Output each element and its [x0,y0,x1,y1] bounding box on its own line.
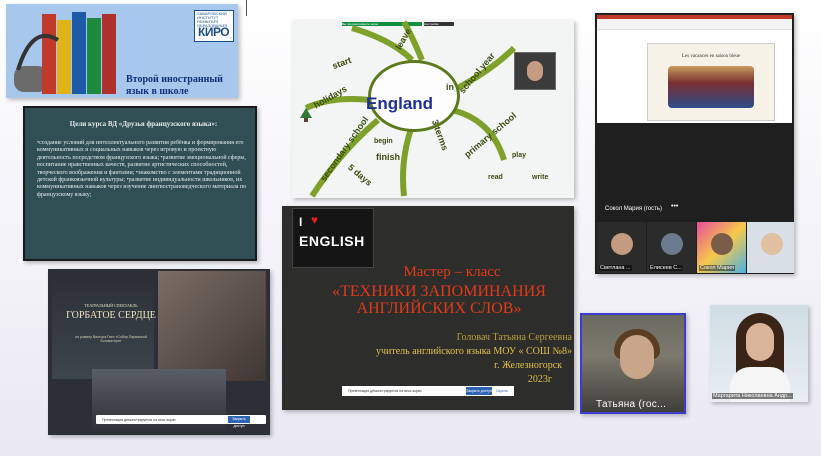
participant-avatar [611,233,633,255]
author-name: Головач Татьяна Сергеевна [456,332,572,343]
board-i: I [299,215,303,229]
board-english: ENGLISH [299,233,365,249]
participant-tile[interactable]: Елисеев С... [647,222,696,273]
participant-tile[interactable]: Светлана ... [597,222,646,273]
slide-title: Les vacances en saison bleue [681,54,741,59]
stop-share-button[interactable]: Закрыть доступ [228,416,250,428]
i-love-english-board: I ♥ ENGLISH [292,208,374,268]
participant-avatar [711,233,733,255]
mindmap-word: play [512,152,527,159]
participant-tile[interactable]: Сокол Мария [697,222,746,273]
participant-name: Маргарита Николаевна Андр... [712,393,793,399]
mindmap-word: read [488,174,503,181]
slide-heading: Цели курса ВД «Друзья французского языка… [69,120,218,128]
participant-video-thumbnail[interactable] [514,52,556,90]
city: г. Железногорск [494,360,562,371]
slide-subtitle: «ТЕХНИКИ ЗАПОМИНАНИЯ АНГЛИЙСКИХ СЛОВ» [332,283,546,317]
heart-icon: ♥ [311,213,319,227]
more-options-icon[interactable]: ••• [671,203,678,210]
theater-screen-share: ТЕАТРАЛЬНЫЙ СПЕКТАКЛЬ ГОРБАТОЕ СЕРДЦЕ по… [48,269,270,435]
person-placeholder-icon [661,233,683,255]
kiro-logo: ХАБАРОВСКИЙ ИНСТИТУТ РАЗВИТИЯ ОБРАЗОВАНИ… [194,10,234,42]
slide-content: Les vacances en saison bleue [647,43,775,121]
poster-title: ГОРБАТОЕ СЕРДЦЕ [66,310,156,321]
participant-name: Светлана ... [599,265,632,271]
mindmap-word: begin [374,138,393,145]
participant-face [527,61,543,81]
mindmap-word: in [446,82,454,92]
stop-share-button[interactable]: Закрыть доступ [466,387,492,395]
divider-line [246,0,247,16]
logo-text: КИРО [198,25,230,39]
banner-second-language: ХАБАРОВСКИЙ ИНСТИТУТ РАЗВИТИЯ ОБРАЗОВАНИ… [6,4,238,98]
share-notice-bar: Презентация демонстрируется на весь экра… [342,386,514,396]
mindmap-word: finish [376,152,400,162]
share-notice-text: Презентация демонстрируется на весь экра… [102,418,176,422]
banner-title: Второй иностранный язык в школе [126,74,223,97]
group-photo-2 [92,369,226,435]
participant-face [620,335,654,379]
participant-avatar [761,233,783,255]
zoom-gallery: Les vacances en saison bleue Сокол Мария… [595,13,794,274]
poster-subtitle: по роману Виктора Гюго «Собор Парижской … [75,335,147,343]
group-photo-1 [158,271,266,381]
french-course-goals-slide: Цели курса ВД «Друзья французского языка… [23,106,257,261]
participant-name: Елисеев С... [649,265,683,271]
participant-face [746,323,774,361]
participant-tile[interactable] [747,222,794,273]
participant-video-tatyana[interactable]: Татьяна (гос... [580,313,686,414]
powerpoint-ribbon [597,15,792,30]
participant-name: Татьяна (гос... [596,399,667,410]
share-notice-bar: Презентация демонстрируется на весь экра… [96,415,266,428]
fruit-still-life-image [668,66,754,108]
slide-body: •создание условий для интеллектуального … [37,140,247,198]
poster-top-text: ТЕАТРАЛЬНЫЙ СПЕКТАКЛЬ [84,303,138,308]
presenter-name: Сокол Мария (гость) [605,206,663,212]
share-notice-text: Презентация демонстрируется на весь экра… [348,389,422,393]
theater-poster: ТЕАТРАЛЬНЫЙ СПЕКТАКЛЬ ГОРБАТОЕ СЕРДЦЕ по… [52,273,156,379]
england-mindmap-share: Вы просматриваете экран Настройки просмо… [292,20,574,198]
books-headphones-image [14,12,116,94]
masterclass-slide: I ♥ ENGLISH Мастер – класс «ТЕХНИКИ ЗАПО… [282,206,574,410]
author-role: учитель английского языка МОУ « СОШ №8» [375,346,572,357]
slide-title: Мастер – класс [403,264,501,280]
participant-video-margarita[interactable]: Маргарита Николаевна Андр... [710,305,808,402]
shared-slide: Les vacances en saison bleue [597,15,792,123]
hide-button[interactable]: Скрыть [496,389,508,393]
mindmap-word: write [532,174,549,181]
mindmap-center-label: England [366,94,434,113]
participant-name: Сокол Мария [699,265,735,271]
year: 2023г [527,374,552,385]
